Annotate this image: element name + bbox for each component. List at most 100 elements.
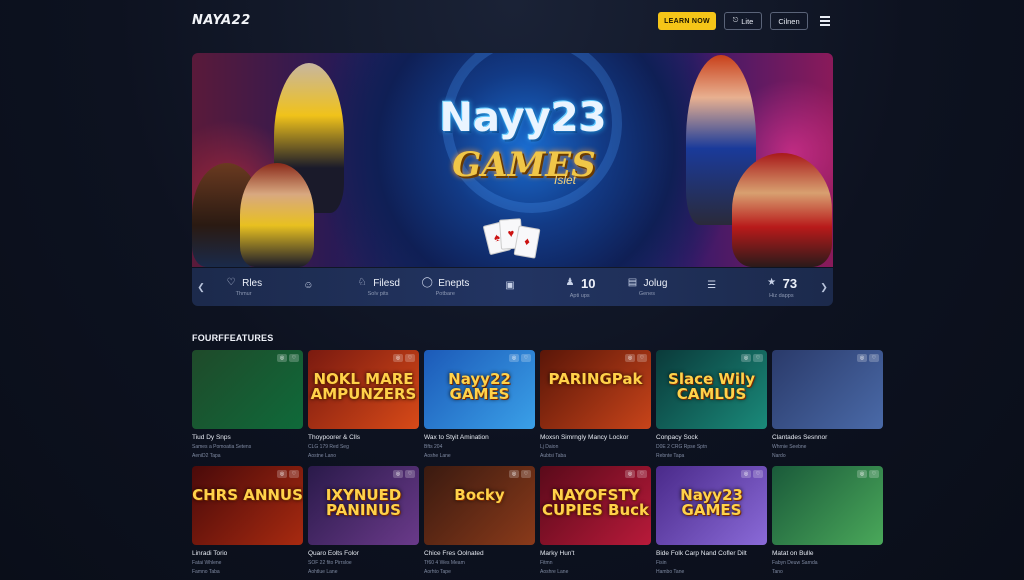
info-icon[interactable]: ◎: [509, 470, 519, 478]
favorite-icon[interactable]: ♡: [753, 354, 763, 362]
game-title[interactable]: Bide Folk Carp Nand Cofler Dilt: [656, 550, 767, 557]
client-button[interactable]: Cilnen: [770, 12, 808, 30]
game-title[interactable]: Linradi Torio: [192, 550, 303, 557]
game-thumbnail[interactable]: ◎ ♡ NAYOFSTY CUPIES Buck: [540, 466, 651, 545]
game-tile[interactable]: ◎ ♡ NAYOFSTY CUPIES Buck Marky Hun't Fitmn Ao…: [540, 466, 651, 575]
game-thumbnail[interactable]: ◎ ♡ Bocky: [424, 466, 535, 545]
info-icon[interactable]: ◎: [277, 470, 287, 478]
game-subtitle: Bfts 204: [424, 444, 443, 450]
game-tile[interactable]: ◎ ♡ Nayy22 GAMES Wax to Styit Amination Bfts…: [424, 350, 535, 459]
stat-value: Jolug: [643, 277, 668, 289]
stat-item[interactable]: ☺: [277, 281, 344, 293]
stat-value: Rles: [242, 277, 263, 289]
info-icon[interactable]: ◎: [277, 354, 287, 362]
game-title[interactable]: Chice Fres Oolnated: [424, 550, 535, 557]
stat-label: Potbare: [435, 290, 455, 297]
thumbnail-title-art: NOKL MARE AMPUNZERS: [310, 370, 417, 403]
info-icon[interactable]: ◎: [625, 470, 635, 478]
game-tile[interactable]: ◎ ♡ PARINGPak Moxsn Simrngly Mancy Lockor Lj…: [540, 350, 651, 459]
game-tile[interactable]: ◎ ♡ CHRS ANNUS Linradi Torio Fatai Whlene Fam…: [192, 466, 303, 575]
favorite-icon[interactable]: ♡: [753, 470, 763, 478]
stat-item[interactable]: ☰: [681, 281, 748, 293]
top-header: NAYA22 LEARN NOW ⎋ Lite Cilnen: [0, 0, 1024, 42]
game-thumbnail[interactable]: ◎ ♡: [772, 466, 883, 545]
info-icon[interactable]: ◎: [741, 470, 751, 478]
info-icon[interactable]: ◎: [857, 354, 867, 362]
thumb-badges: ◎ ♡: [741, 470, 763, 478]
game-tile[interactable]: ◎ ♡ IXYNUED PANINUS Quaro Eolts Folor SOF 22…: [308, 466, 419, 575]
game-tile[interactable]: ◎ ♡ Bocky Chice Fres Oolnated Tf60 4 Wes Mea…: [424, 466, 535, 575]
thumb-badges: ◎ ♡: [393, 354, 415, 362]
stat-value: 73: [782, 275, 798, 291]
game-thumbnail[interactable]: ◎ ♡ CHRS ANNUS: [192, 466, 303, 545]
game-title[interactable]: Wax to Styit Amination: [424, 434, 535, 441]
game-title[interactable]: Quaro Eolts Folor: [308, 550, 419, 557]
game-meta: Aostne Lano: [308, 453, 337, 459]
game-thumbnail[interactable]: ◎ ♡ NOKL MARE AMPUNZERS: [308, 350, 419, 429]
shield-icon: ◯: [421, 277, 433, 288]
stat-item[interactable]: ♘ Filesd Solv pits: [344, 278, 411, 297]
stat-item[interactable]: ▣: [479, 281, 546, 293]
game-title[interactable]: Clantades Sesnnor: [772, 434, 883, 441]
favorite-icon[interactable]: ♡: [521, 470, 531, 478]
favorite-icon[interactable]: ♡: [289, 470, 299, 478]
site-logo[interactable]: NAYA22: [192, 13, 251, 28]
game-subtitle: SOF 22 fito Pirrsloe: [308, 560, 352, 566]
game-subtitle: Tf60 4 Wes Meam: [424, 560, 465, 566]
hamburger-menu-icon[interactable]: [820, 12, 834, 30]
game-thumbnail[interactable]: ◎ ♡ IXYNUED PANINUS: [308, 466, 419, 545]
stat-item[interactable]: ▤ Jolug Genes: [613, 278, 680, 297]
game-title[interactable]: Thoypoorer & Clls: [308, 434, 419, 441]
game-meta: Tano: [772, 569, 783, 575]
lite-button-label: Lite: [741, 16, 754, 26]
game-title[interactable]: Conpacy Sock: [656, 434, 767, 441]
game-tile[interactable]: ◎ ♡ Matat on Bulle Fabyn Deuw Sarnda Tano: [772, 466, 883, 575]
favorite-icon[interactable]: ♡: [637, 354, 647, 362]
favorite-icon[interactable]: ♡: [637, 470, 647, 478]
game-title[interactable]: Moxsn Simrngly Mancy Lockor: [540, 434, 651, 441]
game-title[interactable]: Marky Hun't: [540, 550, 651, 557]
hero-title: Nayy23: [439, 95, 607, 141]
game-tile[interactable]: ◎ ♡ Nayy23 GAMES Bide Folk Carp Nand Cofler…: [656, 466, 767, 575]
chevron-right-icon[interactable]: ❯: [815, 282, 833, 293]
game-thumbnail[interactable]: ◎ ♡: [772, 350, 883, 429]
info-icon[interactable]: ◎: [741, 354, 751, 362]
stat-item[interactable]: ♟ 10 Apti ups: [546, 276, 613, 299]
favorite-icon[interactable]: ♡: [405, 354, 415, 362]
favorite-icon[interactable]: ♡: [869, 354, 879, 362]
game-tile[interactable]: ◎ ♡ NOKL MARE AMPUNZERS Thoypoorer & Clls CL…: [308, 350, 419, 459]
info-icon[interactable]: ◎: [625, 354, 635, 362]
favorite-icon[interactable]: ♡: [521, 354, 531, 362]
stat-item[interactable]: ♡ Rles Thmur: [210, 278, 277, 297]
learn-now-button[interactable]: LEARN NOW: [658, 12, 716, 30]
game-title[interactable]: Matat on Bulle: [772, 550, 883, 557]
info-icon[interactable]: ◎: [393, 470, 403, 478]
favorite-icon[interactable]: ♡: [289, 354, 299, 362]
game-meta: Nardo: [772, 453, 786, 459]
game-tile[interactable]: ◎ ♡ Clantades Sesnnor Whrnie Seebne Nardo: [772, 350, 883, 459]
stat-item[interactable]: ◯ Enepts Potbare: [412, 278, 479, 297]
info-icon[interactable]: ◎: [509, 354, 519, 362]
game-thumbnail[interactable]: ◎ ♡ Nayy23 GAMES: [656, 466, 767, 545]
game-tile[interactable]: ◎ ♡ Tiud Dy Snps Sames a Pomoatia Setens Aen…: [192, 350, 303, 459]
thumbnail-title-art: Nayy23 GAMES: [680, 486, 743, 519]
favorite-icon[interactable]: ♡: [869, 470, 879, 478]
chevron-left-icon[interactable]: ❮: [192, 282, 210, 293]
game-thumbnail[interactable]: ◎ ♡ PARINGPak: [540, 350, 651, 429]
character-gamer: [732, 153, 832, 267]
lite-button[interactable]: ⎋ Lite: [724, 12, 762, 30]
game-title[interactable]: Tiud Dy Snps: [192, 434, 303, 441]
game-thumbnail[interactable]: ◎ ♡ Slace Wily CAMLUS: [656, 350, 767, 429]
game-thumbnail[interactable]: ◎ ♡ Nayy22 GAMES: [424, 350, 535, 429]
game-tile[interactable]: ◎ ♡ Slace Wily CAMLUS Conpacy Sock D0E 2 CRG…: [656, 350, 767, 459]
info-icon[interactable]: ◎: [393, 354, 403, 362]
game-meta: Aubtsi Taba: [540, 453, 567, 459]
stat-item[interactable]: ★ 73 Hiz dapps: [748, 276, 815, 299]
info-icon[interactable]: ◎: [857, 470, 867, 478]
header-actions: LEARN NOW ⎋ Lite Cilnen: [658, 12, 834, 30]
game-meta: Famno Taba: [192, 569, 220, 575]
favorite-icon[interactable]: ♡: [405, 470, 415, 478]
game-thumbnail[interactable]: ◎ ♡: [192, 350, 303, 429]
star-icon: ★: [767, 277, 777, 288]
hero-banner[interactable]: Nayy23 GAMES Islet ♠ ♥ ♦: [192, 53, 833, 267]
